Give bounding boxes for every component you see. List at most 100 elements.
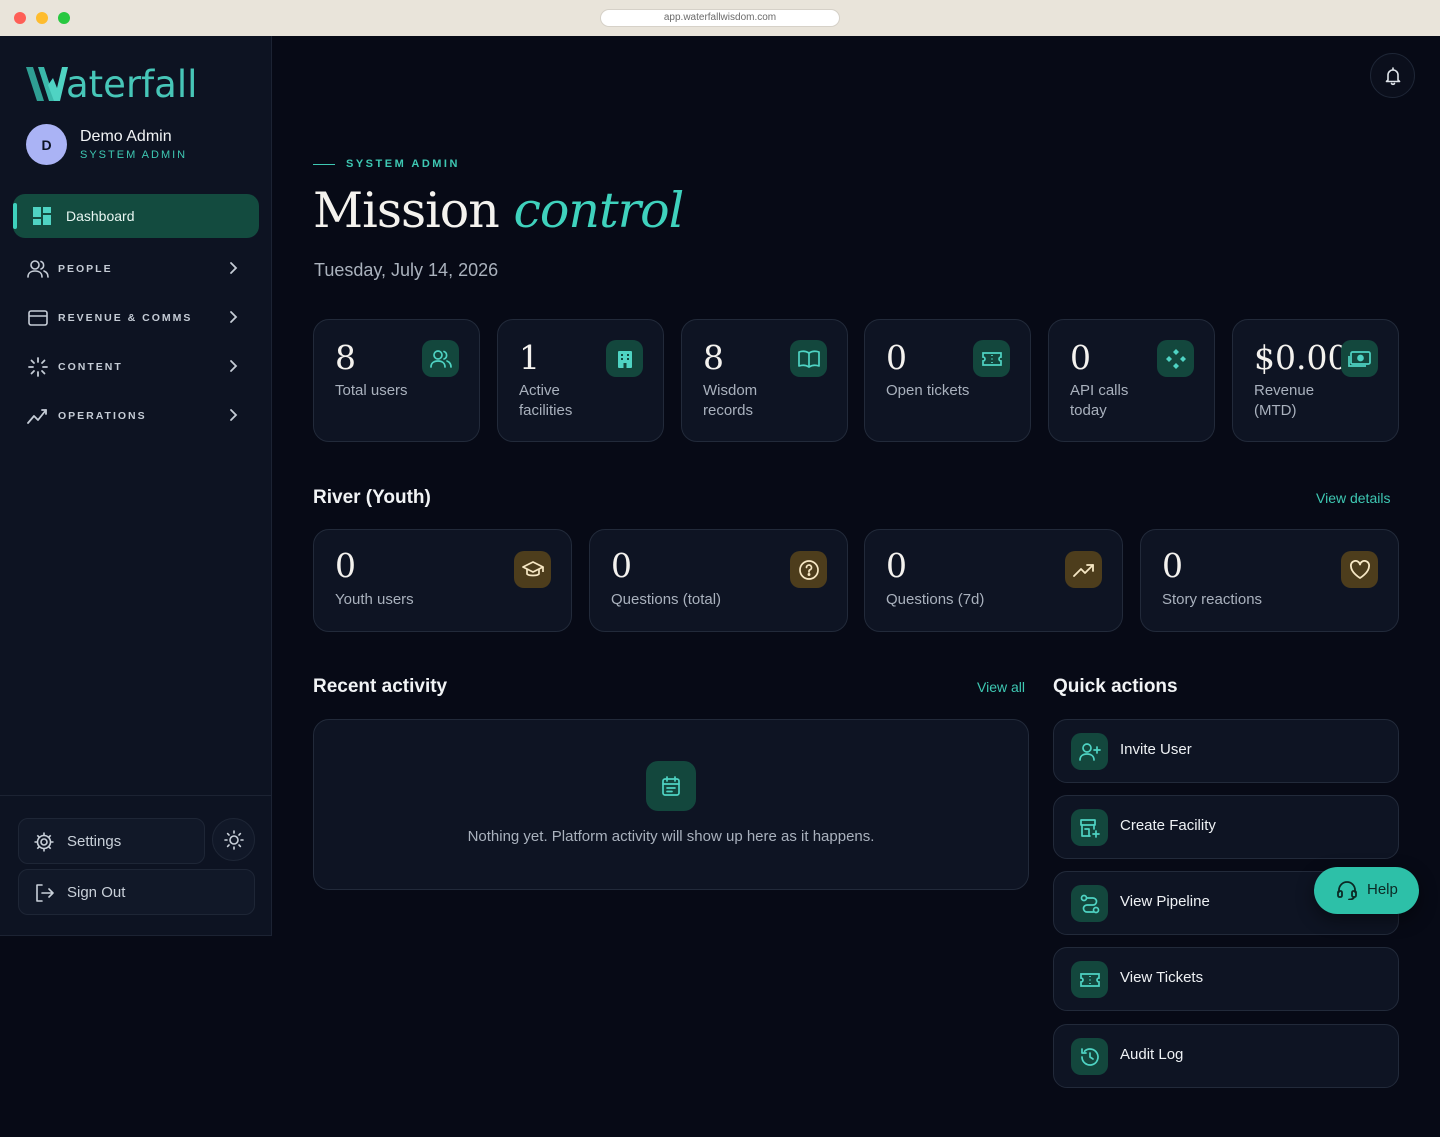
calendar-icon: [646, 761, 696, 811]
users-icon: [27, 260, 49, 278]
users-icon: [422, 340, 459, 377]
sidebar-item-content[interactable]: CONTENT: [13, 347, 259, 387]
logo-text: aterfall: [66, 62, 198, 106]
youth-section-title: River (Youth): [313, 487, 431, 508]
quick-action-label: Invite User: [1120, 741, 1192, 758]
stat-card-wisdom-records[interactable]: 8 Wisdom records: [681, 319, 848, 442]
history-icon: [1071, 1038, 1108, 1075]
logout-icon: [36, 884, 54, 902]
user-plus-icon: [1071, 733, 1108, 770]
sidebar-item-label: REVENUE & COMMS: [58, 312, 193, 324]
close-window-button[interactable]: [14, 12, 26, 24]
youth-card-users[interactable]: 0 Youth users: [313, 529, 572, 632]
headset-icon: [1337, 881, 1357, 900]
stat-card-active-facilities[interactable]: 1 Active facilities: [497, 319, 664, 442]
quick-action-label: View Tickets: [1120, 969, 1204, 986]
youth-card-questions-total[interactable]: 0 Questions (total): [589, 529, 848, 632]
stat-value: $0.00: [1254, 338, 1349, 377]
minimize-window-button[interactable]: [36, 12, 48, 24]
ticket-icon: [973, 340, 1010, 377]
sidebar-item-revenue-comms[interactable]: REVENUE & COMMS: [13, 298, 259, 338]
sidebar-footer: Settings Sign Out: [0, 795, 271, 935]
youth-card-questions-7d[interactable]: 0 Questions (7d): [864, 529, 1123, 632]
stat-label: Youth users: [335, 591, 414, 608]
title-main: Mission: [313, 182, 500, 239]
theme-toggle-button[interactable]: [212, 818, 255, 861]
empty-message: Nothing yet. Platform activity will show…: [467, 828, 875, 845]
sidebar: aterfall D Demo Admin SYSTEM ADMIN Dashb…: [0, 36, 272, 936]
sidebar-item-label: PEOPLE: [58, 263, 113, 275]
sparkle-icon: [28, 357, 48, 377]
book-icon: [790, 340, 827, 377]
stat-value: 0: [335, 546, 356, 585]
stat-label: Wisdom records: [703, 382, 758, 419]
dashboard-icon: [33, 207, 51, 225]
route-icon: [1071, 885, 1108, 922]
page-date: Tuesday, July 14, 2026: [314, 260, 499, 280]
activity-empty-state: Nothing yet. Platform activity will show…: [313, 719, 1029, 890]
cash-icon: [1341, 340, 1378, 377]
graduation-cap-icon: [514, 551, 551, 588]
stat-card-api-calls[interactable]: 0 API calls today: [1048, 319, 1215, 442]
youth-card-story-reactions[interactable]: 0 Story reactions: [1140, 529, 1399, 632]
heart-icon: [1341, 551, 1378, 588]
maximize-window-button[interactable]: [58, 12, 70, 24]
trending-up-icon: [1065, 551, 1102, 588]
stat-value: 8: [335, 338, 356, 377]
sign-out-label: Sign Out: [67, 883, 126, 901]
stat-label: Revenue (MTD): [1254, 382, 1315, 419]
sidebar-item-label: Dashboard: [66, 208, 135, 224]
sign-out-button[interactable]: Sign Out: [18, 869, 255, 915]
quick-action-label: Audit Log: [1120, 1046, 1184, 1063]
settings-label: Settings: [67, 832, 122, 850]
chevron-right-icon: [230, 262, 238, 274]
sidebar-item-dashboard[interactable]: Dashboard: [13, 194, 259, 238]
stat-card-total-users[interactable]: 8 Total users: [313, 319, 480, 442]
stat-label: Open tickets: [886, 382, 970, 399]
gear-icon: [34, 832, 54, 852]
bell-icon: [1385, 66, 1400, 85]
stat-label: Questions (7d): [886, 591, 985, 608]
sidebar-item-label: CONTENT: [58, 361, 123, 373]
stat-card-revenue[interactable]: $0.00 Revenue (MTD): [1232, 319, 1399, 442]
building-icon: [606, 340, 643, 377]
settings-button[interactable]: Settings: [18, 818, 205, 864]
sidebar-item-people[interactable]: PEOPLE: [13, 249, 259, 289]
help-button[interactable]: Help: [1314, 867, 1419, 914]
chevron-right-icon: [230, 311, 238, 323]
view-all-link[interactable]: View all: [977, 679, 1025, 695]
stat-value: 8: [703, 338, 724, 377]
recent-activity-title: Recent activity: [313, 676, 448, 697]
audit-log-button[interactable]: Audit Log: [1053, 1024, 1399, 1088]
stat-value: 0: [886, 546, 907, 585]
view-details-link[interactable]: View details: [1316, 490, 1390, 506]
stat-label: Total users: [335, 382, 408, 399]
user-name: Demo Admin: [80, 128, 172, 145]
view-tickets-button[interactable]: View Tickets: [1053, 947, 1399, 1011]
stat-label: API calls today: [1070, 382, 1129, 419]
question-icon: [790, 551, 827, 588]
browser-chrome: app.waterfallwisdom.com: [0, 0, 1440, 36]
notifications-button[interactable]: [1370, 53, 1415, 98]
page-title: Mission control: [313, 182, 684, 239]
stat-value: 0: [886, 338, 907, 377]
logo[interactable]: aterfall: [24, 62, 197, 106]
user-profile[interactable]: D Demo Admin SYSTEM ADMIN: [26, 124, 187, 165]
stat-label: Active facilities: [519, 382, 573, 419]
stat-card-open-tickets[interactable]: 0 Open tickets: [864, 319, 1031, 442]
page-eyebrow: SYSTEM ADMIN: [313, 158, 460, 170]
stat-value: 0: [611, 546, 632, 585]
activity-chart-icon: [27, 409, 47, 424]
user-role: SYSTEM ADMIN: [80, 149, 188, 161]
stat-label: Questions (total): [611, 591, 722, 608]
chevron-right-icon: [230, 360, 238, 372]
store-plus-icon: [1071, 809, 1108, 846]
create-facility-button[interactable]: Create Facility: [1053, 795, 1399, 859]
sidebar-item-operations[interactable]: OPERATIONS: [13, 396, 259, 436]
address-bar[interactable]: app.waterfallwisdom.com: [600, 9, 840, 27]
stat-value: 0: [1162, 546, 1183, 585]
invite-user-button[interactable]: Invite User: [1053, 719, 1399, 783]
stat-value: 1: [519, 338, 540, 377]
eyebrow-text: SYSTEM ADMIN: [346, 158, 460, 170]
quick-action-label: View Pipeline: [1120, 893, 1210, 910]
